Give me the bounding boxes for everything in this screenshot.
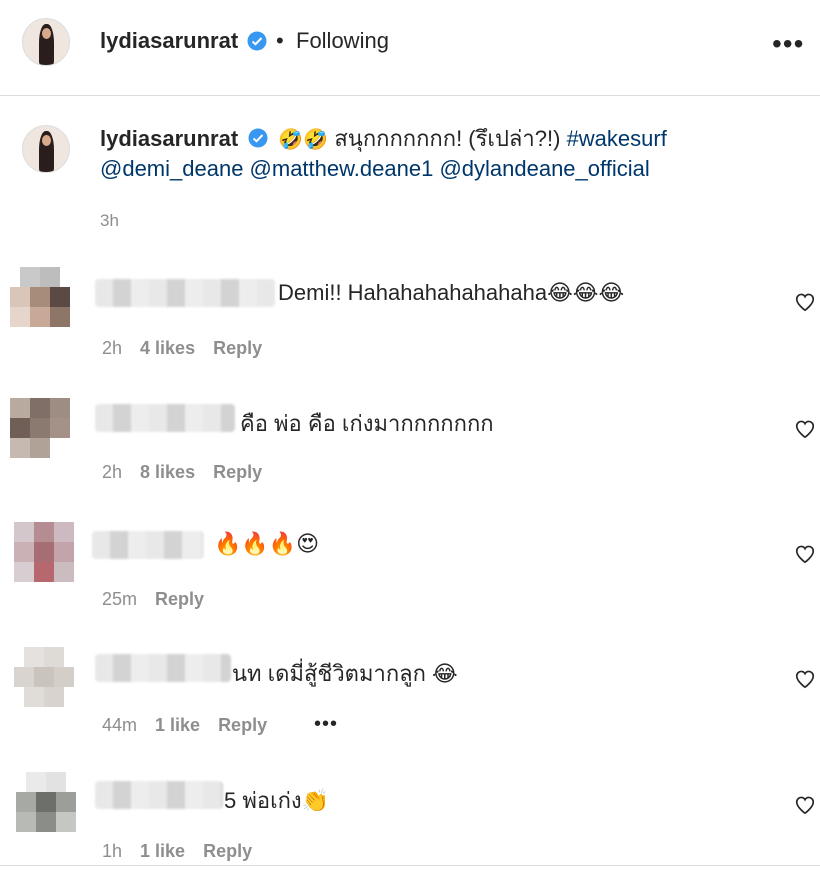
caption-avatar[interactable]: [22, 125, 70, 173]
comment-meta: 2h 4 likes Reply: [102, 338, 280, 359]
comment-likes[interactable]: 1 like: [140, 841, 185, 861]
verified-badge-icon: [248, 128, 268, 148]
comment-text: นท เดมี่สู้ชีวิตมากลูก 😂: [232, 661, 458, 686]
hashtag-link[interactable]: #wakesurf: [567, 126, 667, 151]
comment-likes[interactable]: 4 likes: [140, 338, 195, 358]
blurred-username: [95, 404, 235, 432]
comment-text: 🔥🔥🔥😍: [214, 531, 320, 556]
commenter-avatar[interactable]: [10, 398, 70, 458]
comment-meta: 25m Reply: [102, 589, 222, 610]
commenter-avatar[interactable]: [14, 647, 74, 707]
caption-mentions[interactable]: @demi_deane @matthew.deane1 @dylandeane_…: [100, 154, 650, 184]
blurred-username: [95, 654, 231, 682]
more-options-icon[interactable]: •••: [772, 30, 804, 58]
reply-button[interactable]: Reply: [213, 462, 262, 482]
comment-text: Demi!! Hahahahahahahaha😂😂😂: [278, 280, 625, 305]
comment-meta: 1h 1 like Reply: [102, 841, 270, 862]
commenter-avatar[interactable]: [14, 522, 74, 582]
post-header: lydiasarunrat • Following •••: [0, 0, 820, 96]
reply-button[interactable]: Reply: [155, 589, 204, 609]
commenter-avatar[interactable]: [16, 772, 76, 832]
like-heart-icon[interactable]: [794, 543, 816, 565]
comment-time[interactable]: 2h: [102, 338, 122, 358]
blurred-username: [92, 531, 204, 559]
section-divider: [0, 865, 820, 866]
comment-time[interactable]: 44m: [102, 715, 137, 735]
reply-button[interactable]: Reply: [218, 715, 267, 735]
comment-text: 5 พ่อเก่ง👏: [224, 788, 330, 813]
comment-meta: 2h 8 likes Reply: [102, 462, 280, 483]
reply-button[interactable]: Reply: [213, 338, 262, 358]
comment-time[interactable]: 1h: [102, 841, 122, 861]
reply-button[interactable]: Reply: [203, 841, 252, 861]
comment-more-icon[interactable]: •••: [314, 713, 338, 736]
commenter-avatar[interactable]: [10, 267, 70, 327]
header-username[interactable]: lydiasarunrat: [100, 28, 238, 54]
following-button[interactable]: Following: [296, 28, 389, 54]
caption: lydiasarunrat 🤣🤣 สนุกกกกกกก! (รึเปล่า?!)…: [100, 124, 667, 155]
comment-likes[interactable]: 1 like: [155, 715, 200, 735]
caption-time[interactable]: 3h: [100, 211, 119, 231]
blurred-username: [95, 781, 223, 809]
separator-dot: •: [276, 28, 284, 53]
blurred-username: [95, 279, 275, 307]
caption-text: สนุกกกกกกก! (รึเปล่า?!): [334, 126, 561, 151]
comment-meta: 44m 1 like Reply: [102, 715, 285, 736]
like-heart-icon[interactable]: [794, 668, 816, 690]
comment-likes[interactable]: 8 likes: [140, 462, 195, 482]
like-heart-icon[interactable]: [794, 794, 816, 816]
like-heart-icon[interactable]: [794, 291, 816, 313]
comment-time[interactable]: 25m: [102, 589, 137, 609]
comment-time[interactable]: 2h: [102, 462, 122, 482]
like-heart-icon[interactable]: [794, 418, 816, 440]
comment-text: คือ พ่อ คือ เก่งมากกกกกกก: [240, 411, 494, 436]
profile-avatar[interactable]: [22, 18, 70, 66]
rofl-emoji: 🤣🤣: [278, 129, 329, 151]
caption-username[interactable]: lydiasarunrat: [100, 126, 238, 151]
verified-badge-icon: [247, 31, 267, 51]
